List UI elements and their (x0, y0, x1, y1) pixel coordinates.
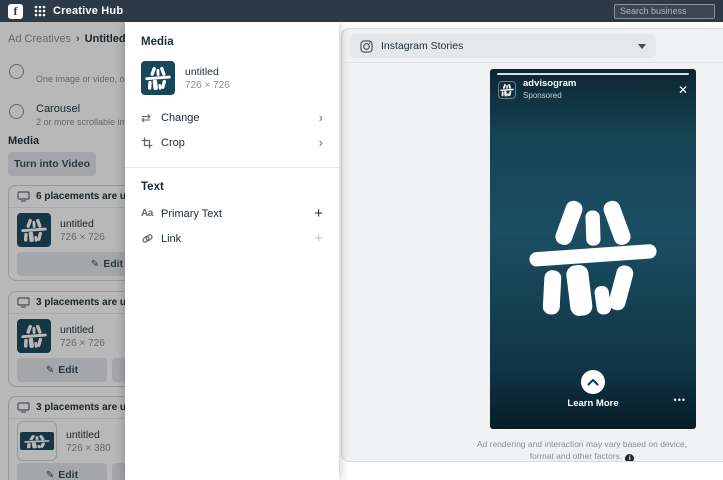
avatar (498, 81, 516, 99)
pencil-icon: ✎ (91, 259, 99, 270)
swipe-up-circle[interactable] (581, 370, 605, 394)
chevron-down-icon (638, 44, 646, 49)
turn-into-video-button[interactable]: Turn into Video (8, 152, 96, 176)
link-row[interactable]: Link + (141, 226, 323, 251)
primary-text-row[interactable]: Aa Primary Text + (141, 201, 323, 226)
instagram-icon (360, 40, 373, 53)
swap-arrows-icon: ⇄ (141, 111, 161, 125)
placement-count-label: 6 placements are using th (36, 191, 127, 202)
sponsored-label: Sponsored (523, 91, 576, 100)
screen-icon (17, 402, 30, 413)
media-dimensions: 726 × 726 (60, 338, 105, 349)
media-editor-popup: Media untitled 726 × 726 ⇄ Change › Crop… (125, 22, 339, 480)
search-input[interactable] (614, 4, 715, 19)
breadcrumb-current: Untitled Ad (85, 33, 127, 45)
breadcrumb-parent[interactable]: Ad Creatives (8, 33, 71, 45)
edit-button[interactable]: ✎Edit (17, 463, 107, 480)
story-account-name: advisogram (523, 79, 576, 89)
divider (342, 62, 723, 63)
format-option-description: One image or video, or a sl (36, 74, 127, 84)
primary-text-label: Primary Text (161, 208, 314, 220)
media-thumbnail (17, 213, 51, 247)
ad-rendering-disclaimer: Ad rendering and interaction may vary ba… (442, 439, 722, 462)
media-name: untitled (60, 324, 105, 336)
story-progress-bar (497, 73, 689, 75)
chevron-right-icon: › (319, 135, 323, 150)
add-primary-text-icon[interactable]: + (314, 205, 323, 222)
chevron-right-icon: › (319, 110, 323, 125)
breadcrumb-separator-icon: › (76, 33, 80, 45)
divider (125, 167, 339, 168)
media-name: untitled (66, 429, 111, 441)
placement-card: 3 placements are using th untitled 726 ×… (8, 291, 127, 387)
format-option-carousel-description: 2 or more scrollable image (36, 117, 127, 127)
placement-count-label: 3 placements are using th (36, 402, 127, 413)
media-thumbnail (17, 319, 51, 353)
placement-count-label: 3 placements are using th (36, 297, 127, 308)
placement-selector-dropdown[interactable]: Instagram Stories (350, 34, 656, 58)
change-label: Change (161, 112, 319, 124)
media-thumbnail (17, 421, 57, 461)
app-grid-icon[interactable] (34, 5, 46, 17)
link-label: Link (161, 233, 314, 245)
format-radio-single[interactable] (9, 64, 24, 79)
media-dimensions: 726 × 726 (185, 80, 230, 91)
app-title: Creative Hub (53, 5, 123, 17)
top-navigation-bar: f Creative Hub (0, 0, 723, 22)
pencil-icon: ✎ (46, 365, 54, 376)
media-thumbnail (141, 61, 175, 95)
close-icon[interactable]: ✕ (678, 83, 688, 97)
facebook-logo-icon[interactable]: f (8, 4, 23, 19)
add-link-icon[interactable]: + (314, 230, 323, 247)
screen-icon (17, 191, 30, 202)
screen-icon (17, 297, 30, 308)
cta-label: Learn More (490, 398, 696, 409)
media-dimensions: 726 × 380 (66, 443, 111, 454)
instagram-story-preview: advisogram Sponsored ✕ Learn More ••• (490, 69, 696, 429)
brand-logo-glyph (527, 191, 659, 321)
ad-editor-sidebar: Ad Creatives › Untitled Ad One image or vi… (0, 22, 127, 480)
link-icon (141, 232, 161, 245)
media-name: untitled (60, 218, 105, 230)
story-header: advisogram Sponsored ✕ (498, 79, 688, 100)
placement-card: 6 placements are using th untitled 726 ×… (8, 185, 127, 281)
media-section-heading: Media (8, 135, 39, 147)
popup-media-row: untitled 726 × 726 (141, 61, 323, 95)
chevron-up-icon (587, 378, 599, 386)
breadcrumb: Ad Creatives › Untitled Ad (8, 33, 127, 45)
crop-label: Crop (161, 137, 319, 149)
popup-text-heading: Text (141, 181, 323, 193)
info-icon[interactable]: i (625, 454, 634, 462)
placement-selector-value: Instagram Stories (381, 40, 630, 52)
story-cta[interactable]: Learn More (490, 370, 696, 409)
crop-media-row[interactable]: Crop › (141, 130, 323, 155)
more-options-icon[interactable]: ••• (674, 395, 686, 405)
edit-button[interactable]: ✎Edit (17, 252, 127, 276)
crop-icon (141, 137, 161, 149)
pencil-icon: ✎ (46, 470, 54, 480)
placement-card: 3 placements are using th untitled 726 ×… (8, 396, 127, 480)
text-aa-icon: Aa (141, 208, 161, 219)
ad-preview-panel: Instagram Stories advisogram Sponsored ✕ (341, 28, 723, 462)
media-name: untitled (185, 66, 230, 78)
format-radio-carousel[interactable] (9, 104, 24, 119)
edit-button[interactable]: ✎Edit (17, 358, 107, 382)
change-media-row[interactable]: ⇄ Change › (141, 105, 323, 130)
format-option-carousel-label[interactable]: Carousel (36, 103, 80, 115)
popup-media-heading: Media (141, 36, 323, 48)
media-dimensions: 726 × 726 (60, 232, 105, 243)
